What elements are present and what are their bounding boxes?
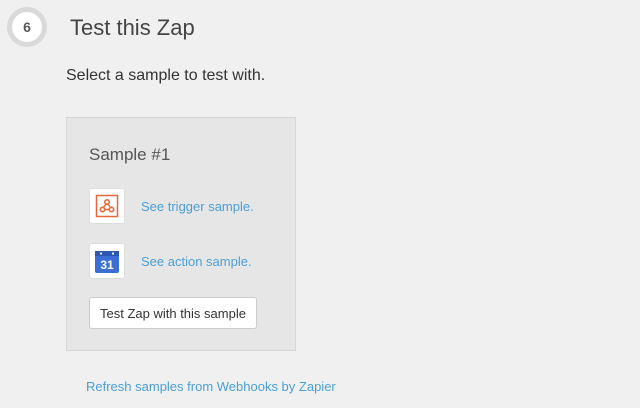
sample-card: Sample #1 See trigger sample. 31 See act… xyxy=(66,117,296,351)
step-number-badge: 6 xyxy=(7,7,47,47)
see-trigger-sample-link[interactable]: See trigger sample. xyxy=(141,199,254,214)
test-zap-with-sample-button[interactable]: Test Zap with this sample xyxy=(89,297,257,329)
action-sample-row: 31 See action sample. xyxy=(89,243,252,279)
sample-title: Sample #1 xyxy=(89,145,171,164)
refresh-samples-link[interactable]: Refresh samples from Webhooks by Zapier xyxy=(86,379,336,394)
calendar-icon-text: 31 xyxy=(100,258,114,272)
instruction-text: Select a sample to test with. xyxy=(66,67,266,84)
google-calendar-icon: 31 xyxy=(89,243,125,279)
step-number: 6 xyxy=(12,12,42,42)
step-title: Test this Zap xyxy=(70,15,195,40)
trigger-sample-row: See trigger sample. xyxy=(89,188,254,224)
see-action-sample-link[interactable]: See action sample. xyxy=(141,254,252,269)
webhooks-icon xyxy=(89,188,125,224)
test-zap-step: 6 Test this Zap Select a sample to test … xyxy=(0,0,640,408)
